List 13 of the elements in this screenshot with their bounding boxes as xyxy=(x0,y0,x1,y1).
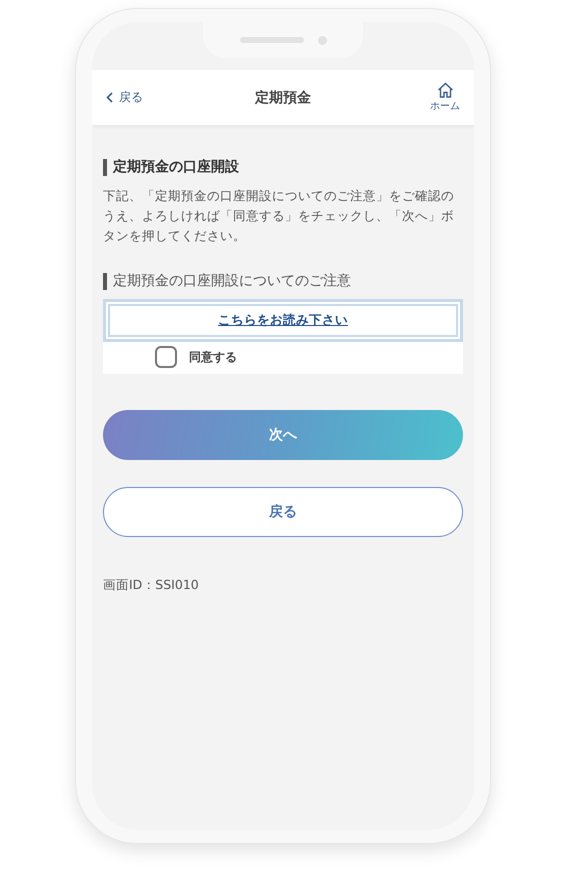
agree-label: 同意する xyxy=(189,348,237,366)
back-button[interactable]: 戻る xyxy=(103,487,463,537)
section-heading: 定期預金の口座開設 xyxy=(103,159,463,176)
chevron-left-icon xyxy=(106,92,113,103)
notice-heading: 定期預金の口座開設についてのご注意 xyxy=(103,273,463,290)
back-link[interactable]: 戻る xyxy=(106,89,255,106)
instruction-text: 下記、「定期預金の口座開設についてのご注意」をご確認のうえ、よろしければ「同意する」をチェックし、「次へ」ボタンを押してください。 xyxy=(103,187,455,245)
screen-id: 画面ID：SSI010 xyxy=(103,577,200,594)
page-title: 定期預金 xyxy=(255,88,311,106)
agree-checkbox[interactable] xyxy=(155,346,177,368)
home-icon xyxy=(436,82,454,98)
home-button[interactable]: ホーム xyxy=(430,82,460,113)
read-link[interactable]: こちらをお読み下さい xyxy=(108,304,458,337)
